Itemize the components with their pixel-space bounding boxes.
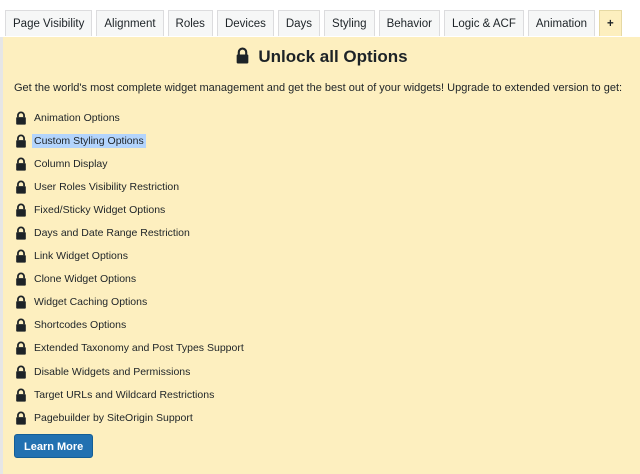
feature-label: Disable Widgets and Permissions — [34, 365, 191, 378]
feature-list-item: Clone Widget Options — [14, 268, 246, 291]
feature-list-item: Custom Styling Options — [14, 129, 246, 152]
lock-icon — [14, 318, 28, 332]
lock-icon — [14, 411, 28, 425]
lock-icon — [14, 111, 28, 125]
feature-list-item: Shortcodes Options — [14, 314, 246, 337]
lock-icon — [14, 203, 28, 217]
feature-label: Link Widget Options — [34, 250, 128, 263]
feature-list-item: Extended Taxonomy and Post Types Support — [14, 337, 246, 360]
feature-label: Pagebuilder by SiteOrigin Support — [34, 411, 193, 424]
feature-list: Animation Options Custom Styling Options C… — [14, 106, 246, 429]
panel-intro: Get the world's most complete widget man… — [14, 82, 623, 94]
tab-bar: Page Visibility Alignment Roles Devices … — [0, 0, 640, 38]
feature-label: Animation Options — [34, 111, 120, 124]
lock-icon — [14, 272, 28, 286]
feature-list-item: Target URLs and Wildcard Restrictions — [14, 383, 246, 406]
tab-animation[interactable]: Animation — [527, 10, 596, 36]
tab-page-visibility[interactable]: Page Visibility — [5, 10, 93, 36]
feature-list-item: Disable Widgets and Permissions — [14, 360, 246, 383]
lock-icon — [14, 341, 28, 356]
feature-list-item: Link Widget Options — [14, 245, 246, 268]
feature-label: Days and Date Range Restriction — [34, 227, 190, 240]
tab-logic-acf[interactable]: Logic & ACF — [443, 10, 524, 36]
panel-heading: Unlock all Options — [3, 47, 640, 69]
feature-list-item: Animation Options — [14, 106, 246, 129]
lock-icon — [235, 47, 250, 69]
feature-label: Custom Styling Options — [32, 133, 146, 148]
feature-label: Clone Widget Options — [34, 273, 137, 286]
feature-label: Fixed/Sticky Widget Options — [34, 203, 166, 216]
feature-label: Column Display — [34, 157, 108, 170]
lock-icon — [14, 157, 28, 171]
tab-roles[interactable]: Roles — [167, 10, 213, 36]
feature-label: User Roles Visibility Restriction — [34, 180, 180, 193]
tab-days[interactable]: Days — [277, 10, 321, 36]
feature-list-item: User Roles Visibility Restriction — [14, 175, 246, 198]
feature-label: Target URLs and Wildcard Restrictions — [34, 388, 215, 401]
lock-icon — [14, 134, 28, 148]
lock-icon — [14, 365, 28, 379]
lock-icon — [14, 388, 28, 402]
feature-label: Shortcodes Options — [34, 319, 127, 332]
feature-list-item: Column Display — [14, 152, 246, 175]
feature-list-item: Fixed/Sticky Widget Options — [14, 198, 246, 221]
tab-upgrade-plus[interactable]: + — [599, 10, 622, 36]
feature-list-item: Pagebuilder by SiteOrigin Support — [14, 406, 246, 429]
panel-title: Unlock all Options — [258, 47, 408, 66]
lock-icon — [14, 295, 28, 309]
upgrade-panel: Unlock all Options Get the world's most … — [3, 37, 640, 474]
feature-label: Widget Caching Options — [34, 296, 148, 309]
learn-more-button[interactable]: Learn More — [14, 434, 94, 458]
tab-list: Page Visibility Alignment Roles Devices … — [0, 0, 640, 37]
tab-alignment[interactable]: Alignment — [96, 10, 164, 36]
tab-styling[interactable]: Styling — [324, 10, 375, 36]
lock-icon — [14, 226, 28, 240]
feature-list-item: Days and Date Range Restriction — [14, 221, 246, 244]
feature-list-item: Widget Caching Options — [14, 291, 246, 314]
lock-icon — [14, 180, 28, 194]
tab-behavior[interactable]: Behavior — [378, 10, 440, 36]
tab-devices[interactable]: Devices — [216, 10, 274, 36]
lock-icon — [14, 249, 28, 263]
feature-label: Extended Taxonomy and Post Types Support — [34, 342, 244, 355]
